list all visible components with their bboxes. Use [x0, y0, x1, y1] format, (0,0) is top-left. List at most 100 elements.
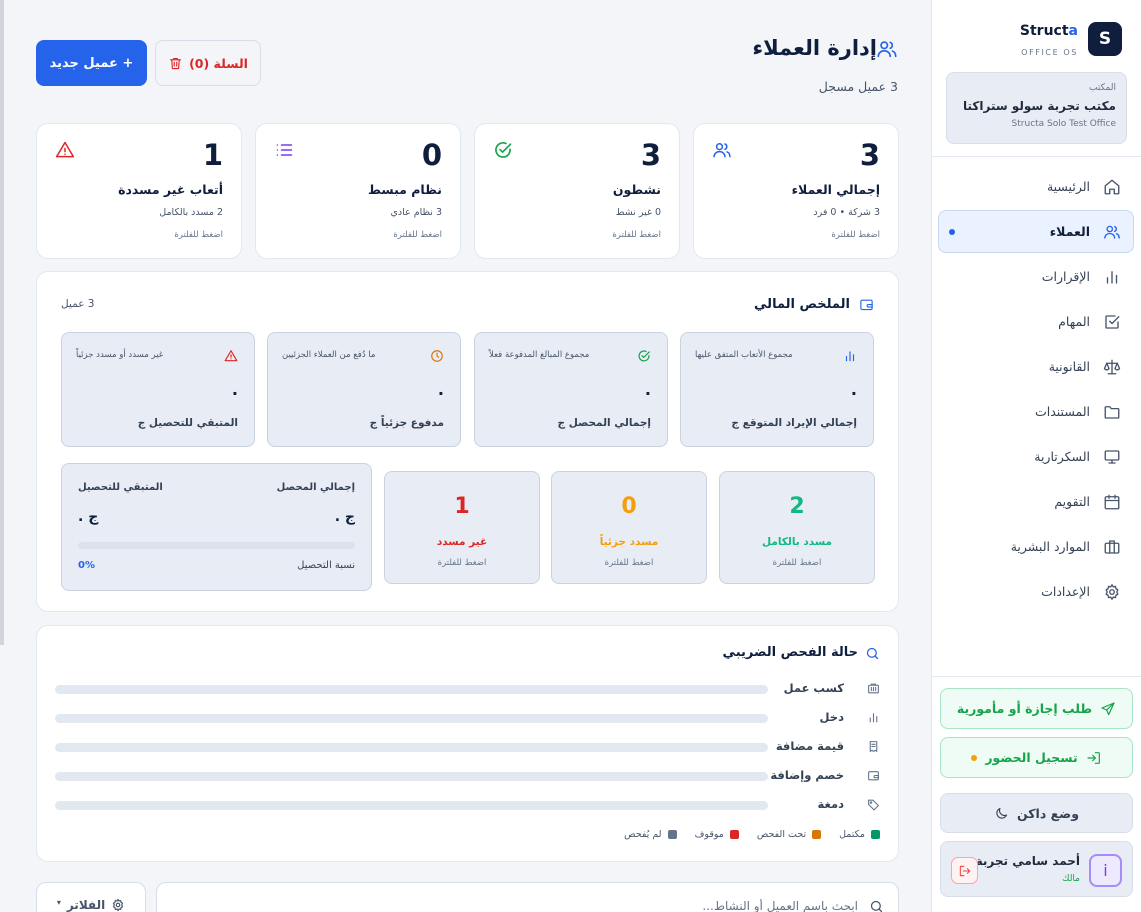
filters-button[interactable]: الفلاتر ▾	[36, 882, 146, 912]
payment-card-fully-paid[interactable]: 2 مسدد بالكامل اضغط للفلترة	[719, 471, 875, 584]
stat-hint: اضغط للفلترة	[612, 230, 661, 240]
wallet-icon	[867, 769, 880, 782]
attendance-button[interactable]: تسجيل الحضور	[940, 737, 1133, 778]
fin-card-collected: مجموع المبالغ المدفوعة فعلاً . إجمالي ال…	[474, 332, 668, 447]
fin-card-value: .	[231, 380, 238, 399]
stat-sub: 2 مسدد بالكامل	[159, 207, 223, 218]
brand-logo: S	[1088, 22, 1122, 56]
payment-card-partially-paid[interactable]: 0 مسدد جزئياً اضغط للفلترة	[551, 471, 707, 584]
collection-card: إجمالي المحصل المتبقي للتحصيل ج . ج . نس…	[61, 463, 372, 591]
legend-item-not-reviewed: لم يُفحص	[624, 829, 677, 840]
sidebar-item-home[interactable]: الرئيسية	[938, 165, 1134, 208]
leave-request-label: طلب إجازة أو مأمورية	[956, 701, 1093, 716]
payment-count: 0	[621, 494, 637, 519]
stat-value: 0	[421, 138, 442, 172]
search-input[interactable]	[218, 895, 858, 912]
payment-hint: اضغط للفلترة	[604, 558, 654, 568]
tax-row-withholding[interactable]: خصم وإضافة	[55, 768, 880, 784]
tax-row-label: قيمة مضافة	[775, 739, 844, 753]
leave-request-button[interactable]: طلب إجازة أو مأمورية	[940, 688, 1133, 729]
sidebar-item-returns[interactable]: الإقرارات	[938, 255, 1134, 298]
sidebar-item-label: الموارد البشرية	[1010, 539, 1090, 554]
stat-sub: 0 غير نشط	[615, 207, 661, 218]
bar-chart-icon	[1103, 268, 1121, 286]
tax-row-label: دمغة	[817, 797, 845, 811]
brand-name: Structa	[1020, 23, 1078, 39]
legend-swatch	[729, 830, 739, 839]
sidebar-item-label: الإقرارات	[1041, 269, 1090, 284]
tax-progress-track	[55, 772, 768, 781]
payment-card-unpaid[interactable]: 1 غير مسدد اضغط للفلترة	[384, 471, 540, 584]
cart-button[interactable]: السلة (0)	[155, 40, 261, 86]
sidebar-item-legal[interactable]: القانونية	[938, 345, 1134, 388]
fin-card-value: .	[850, 380, 857, 399]
fin-card-expected-revenue: مجموع الأتعاب المتفق عليها . إجمالي الإي…	[680, 332, 874, 447]
user-name: أحمد سامي تجربة	[975, 854, 1080, 868]
tax-row-vat[interactable]: قيمة مضافة	[55, 739, 880, 755]
brand-name-main: Struct	[1019, 23, 1069, 39]
sidebar-item-documents[interactable]: المستندات	[938, 390, 1134, 433]
stat-value: 1	[202, 138, 223, 172]
tax-progress-track	[55, 801, 768, 810]
sidebar-divider	[931, 156, 1141, 157]
sidebar-item-secretary[interactable]: السكرتارية	[938, 435, 1134, 478]
building-icon	[867, 682, 880, 695]
attendance-label: تسجيل الحضور	[985, 750, 1078, 765]
stat-value: 3	[640, 138, 661, 172]
sidebar-item-clients[interactable]: العملاء	[938, 210, 1134, 253]
stat-label: إجمالي العملاء	[791, 182, 880, 197]
stat-card-simplified[interactable]: 0 نظام مبسط 3 نظام عادي اضغط للفلترة	[255, 123, 461, 259]
client-search-box	[156, 882, 899, 912]
tax-row-label: كسب عمل	[783, 681, 844, 695]
sidebar-item-hr[interactable]: الموارد البشرية	[938, 525, 1134, 568]
legend-item-complete: مكتمل	[839, 829, 880, 840]
avatar: i	[1089, 854, 1122, 887]
sidebar-item-calendar[interactable]: التقويم	[938, 480, 1134, 523]
login-icon	[1086, 750, 1102, 766]
tax-progress-track	[55, 743, 768, 752]
folder-icon	[1103, 403, 1121, 421]
payment-hint: اضغط للفلترة	[437, 558, 487, 568]
sidebar-item-label: القانونية	[1048, 359, 1090, 374]
legend-item-under-review: تحت الفحص	[757, 829, 822, 840]
main-scrollbar[interactable]	[0, 0, 4, 645]
legend-swatch	[871, 830, 880, 839]
stat-card-total-clients[interactable]: 3 إجمالي العملاء 3 شركة • 0 فرد اضغط للف…	[693, 123, 899, 259]
users-icon	[876, 38, 898, 60]
brand-subtitle: OFFICE OS	[1021, 48, 1078, 57]
office-card[interactable]: المكتب مكتب تجربة سولو ستراكتا Structa S…	[946, 72, 1127, 144]
receipt-icon	[867, 740, 880, 753]
stat-label: أتعاب غير مسددة	[118, 182, 223, 197]
stat-card-unpaid[interactable]: 1 أتعاب غير مسددة 2 مسدد بالكامل اضغط لل…	[36, 123, 242, 259]
gear-icon	[1103, 583, 1121, 601]
user-card[interactable]: i أحمد سامي تجربة مالك	[940, 841, 1133, 897]
tax-row-stamp[interactable]: دمغة	[55, 797, 880, 813]
collection-progress-bar	[78, 542, 355, 549]
home-icon	[1103, 178, 1121, 196]
active-indicator	[949, 229, 955, 235]
fin-card-caption: غير مسدد أو مسدد جزئياً	[76, 350, 164, 360]
financial-client-count: 3 عميل	[61, 298, 95, 310]
legend-label: مكتمل	[839, 829, 865, 840]
fin-card-value: .	[437, 380, 444, 399]
dark-mode-button[interactable]: وضع داكن	[940, 793, 1133, 833]
collection-rate-label: نسبة التحصيل	[297, 560, 355, 571]
payment-count: 1	[454, 494, 470, 519]
logout-button[interactable]	[951, 857, 978, 884]
new-client-button[interactable]: + عميل جديد	[36, 40, 147, 86]
fin-card-caption: ما دُفع من العملاء الجزئيين	[282, 350, 376, 360]
stat-card-active[interactable]: 3 نشطون 0 غير نشط اضغط للفلترة	[474, 123, 680, 259]
users-icon	[712, 140, 732, 160]
brand[interactable]: S Structa OFFICE OS	[948, 22, 1122, 60]
bar-chart-icon	[867, 711, 880, 724]
sidebar-item-tasks[interactable]: المهام	[938, 300, 1134, 343]
collected-label: إجمالي المحصل	[276, 482, 355, 493]
sidebar-item-settings[interactable]: الإعدادات	[938, 570, 1134, 613]
check-circle-icon	[493, 140, 513, 160]
tax-status-title: حالة الفحص الضريبي	[722, 645, 858, 660]
tax-row-employment[interactable]: كسب عمل	[55, 681, 880, 697]
send-icon	[1100, 701, 1116, 717]
legend-label: موقوف	[694, 829, 724, 840]
tax-row-income[interactable]: دخل	[55, 710, 880, 726]
payment-count: 2	[789, 494, 805, 519]
